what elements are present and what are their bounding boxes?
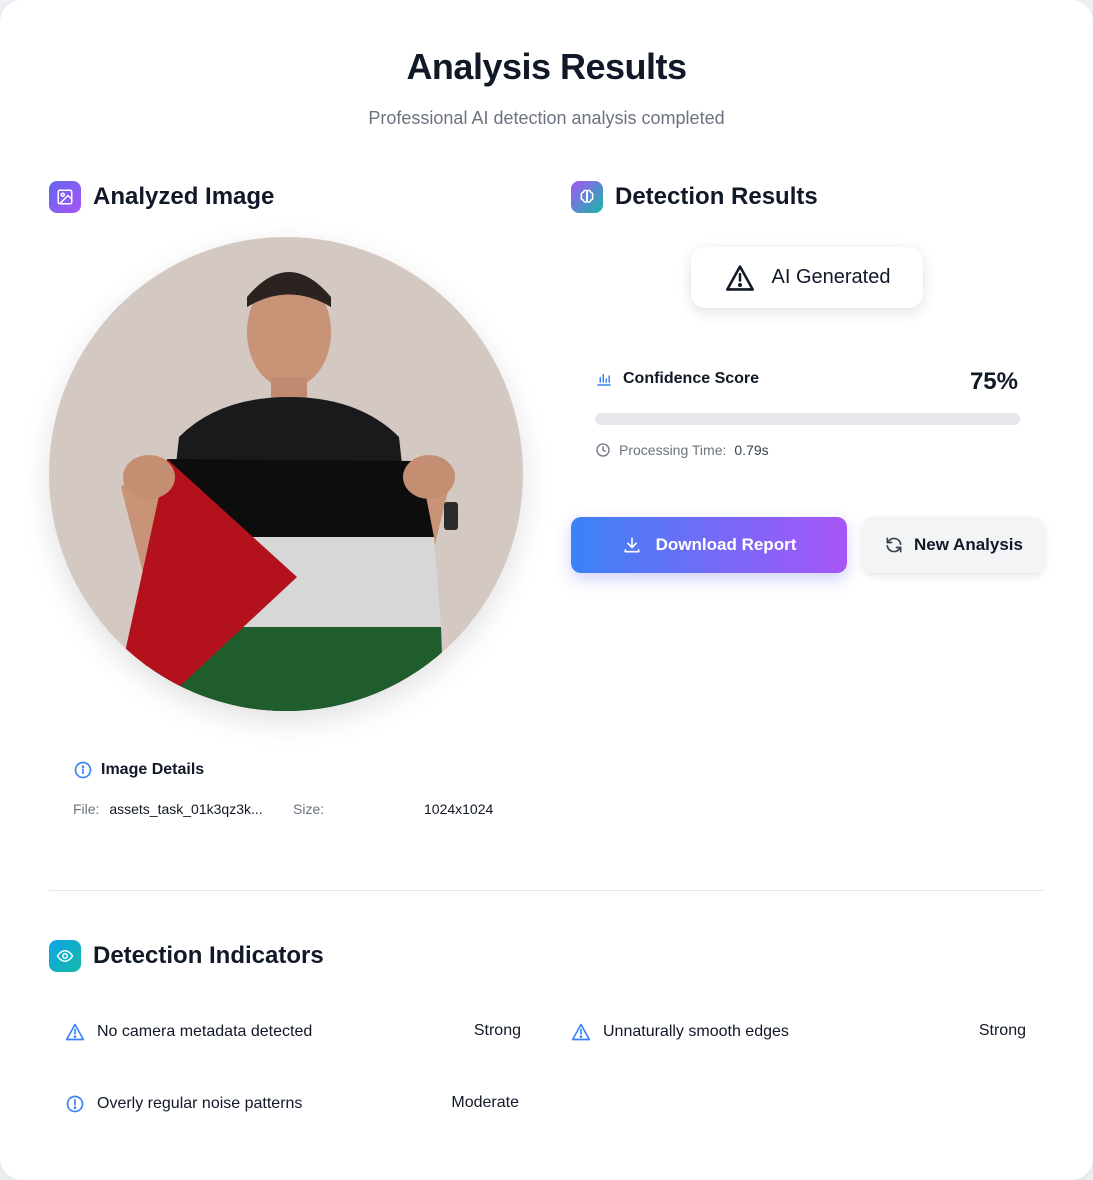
indicator-strength: Strong [978, 1022, 1026, 1039]
detection-results-header: Detection Results [571, 181, 818, 213]
file-label: File: [73, 801, 100, 817]
indicator-strength: Moderate [451, 1094, 519, 1111]
confidence-label-row: Confidence Score [595, 370, 759, 388]
download-report-button[interactable]: Download Report [571, 517, 847, 573]
page-title: Analysis Results [406, 46, 687, 87]
indicator-label: Overly regular noise patterns [97, 1095, 303, 1112]
confidence-bar [595, 413, 1020, 425]
image-details-title: Image Details [101, 761, 205, 778]
warning-triangle-icon [65, 1023, 85, 1041]
info-icon [74, 761, 92, 779]
detection-indicators-title: Detection Indicators [93, 942, 324, 969]
page-subtitle: Professional AI detection analysis compl… [368, 108, 725, 128]
eye-icon [49, 940, 81, 972]
analyzed-image-header: Analyzed Image [49, 181, 274, 213]
results-card: Analysis Results Professional AI detecti… [0, 0, 1093, 1180]
bar-chart-icon [597, 373, 611, 386]
brain-icon [571, 181, 603, 213]
detection-results-title: Detection Results [615, 183, 818, 210]
clock-icon [596, 443, 610, 457]
download-icon [624, 537, 640, 553]
indicator-label: No camera metadata detected [97, 1023, 313, 1040]
verdict-badge: AI Generated [691, 247, 923, 308]
indicator-item: Unnaturally smooth edges [571, 1022, 789, 1042]
alert-circle-icon [66, 1095, 84, 1113]
warning-triangle-icon [571, 1023, 591, 1041]
warning-triangle-icon [725, 264, 754, 291]
analyzed-image-title: Analyzed Image [93, 183, 275, 210]
section-divider [49, 890, 1044, 891]
confidence-label: Confidence Score [623, 370, 760, 387]
refresh-icon [886, 537, 902, 553]
processing-time-value: 0.79s [734, 442, 769, 458]
detection-indicators-header: Detection Indicators [49, 940, 324, 972]
file-value: assets_task_01k3qz3k... [109, 801, 263, 817]
processing-time-row: Processing Time: 0.79s [595, 442, 769, 458]
new-analysis-label: New Analysis [914, 535, 1023, 554]
indicator-label: Unnaturally smooth edges [603, 1023, 789, 1040]
indicator-item: No camera metadata detected [65, 1022, 312, 1042]
size-label: Size: [293, 801, 325, 817]
new-analysis-button[interactable]: New Analysis [863, 517, 1044, 573]
download-report-label: Download Report [655, 535, 797, 554]
analyzed-image-preview [49, 237, 523, 711]
size-value: 1024x1024 [424, 801, 494, 817]
file-detail: File: assets_task_01k3qz3k... [73, 801, 263, 817]
image-details-header: Image Details [73, 760, 204, 780]
confidence-value: 75% [969, 368, 1018, 395]
indicator-strength: Strong [473, 1022, 521, 1039]
verdict-label: AI Generated [771, 266, 891, 288]
image-icon [49, 181, 81, 213]
indicator-item: Overly regular noise patterns [65, 1094, 302, 1114]
processing-time-label: Processing Time: [619, 442, 727, 458]
